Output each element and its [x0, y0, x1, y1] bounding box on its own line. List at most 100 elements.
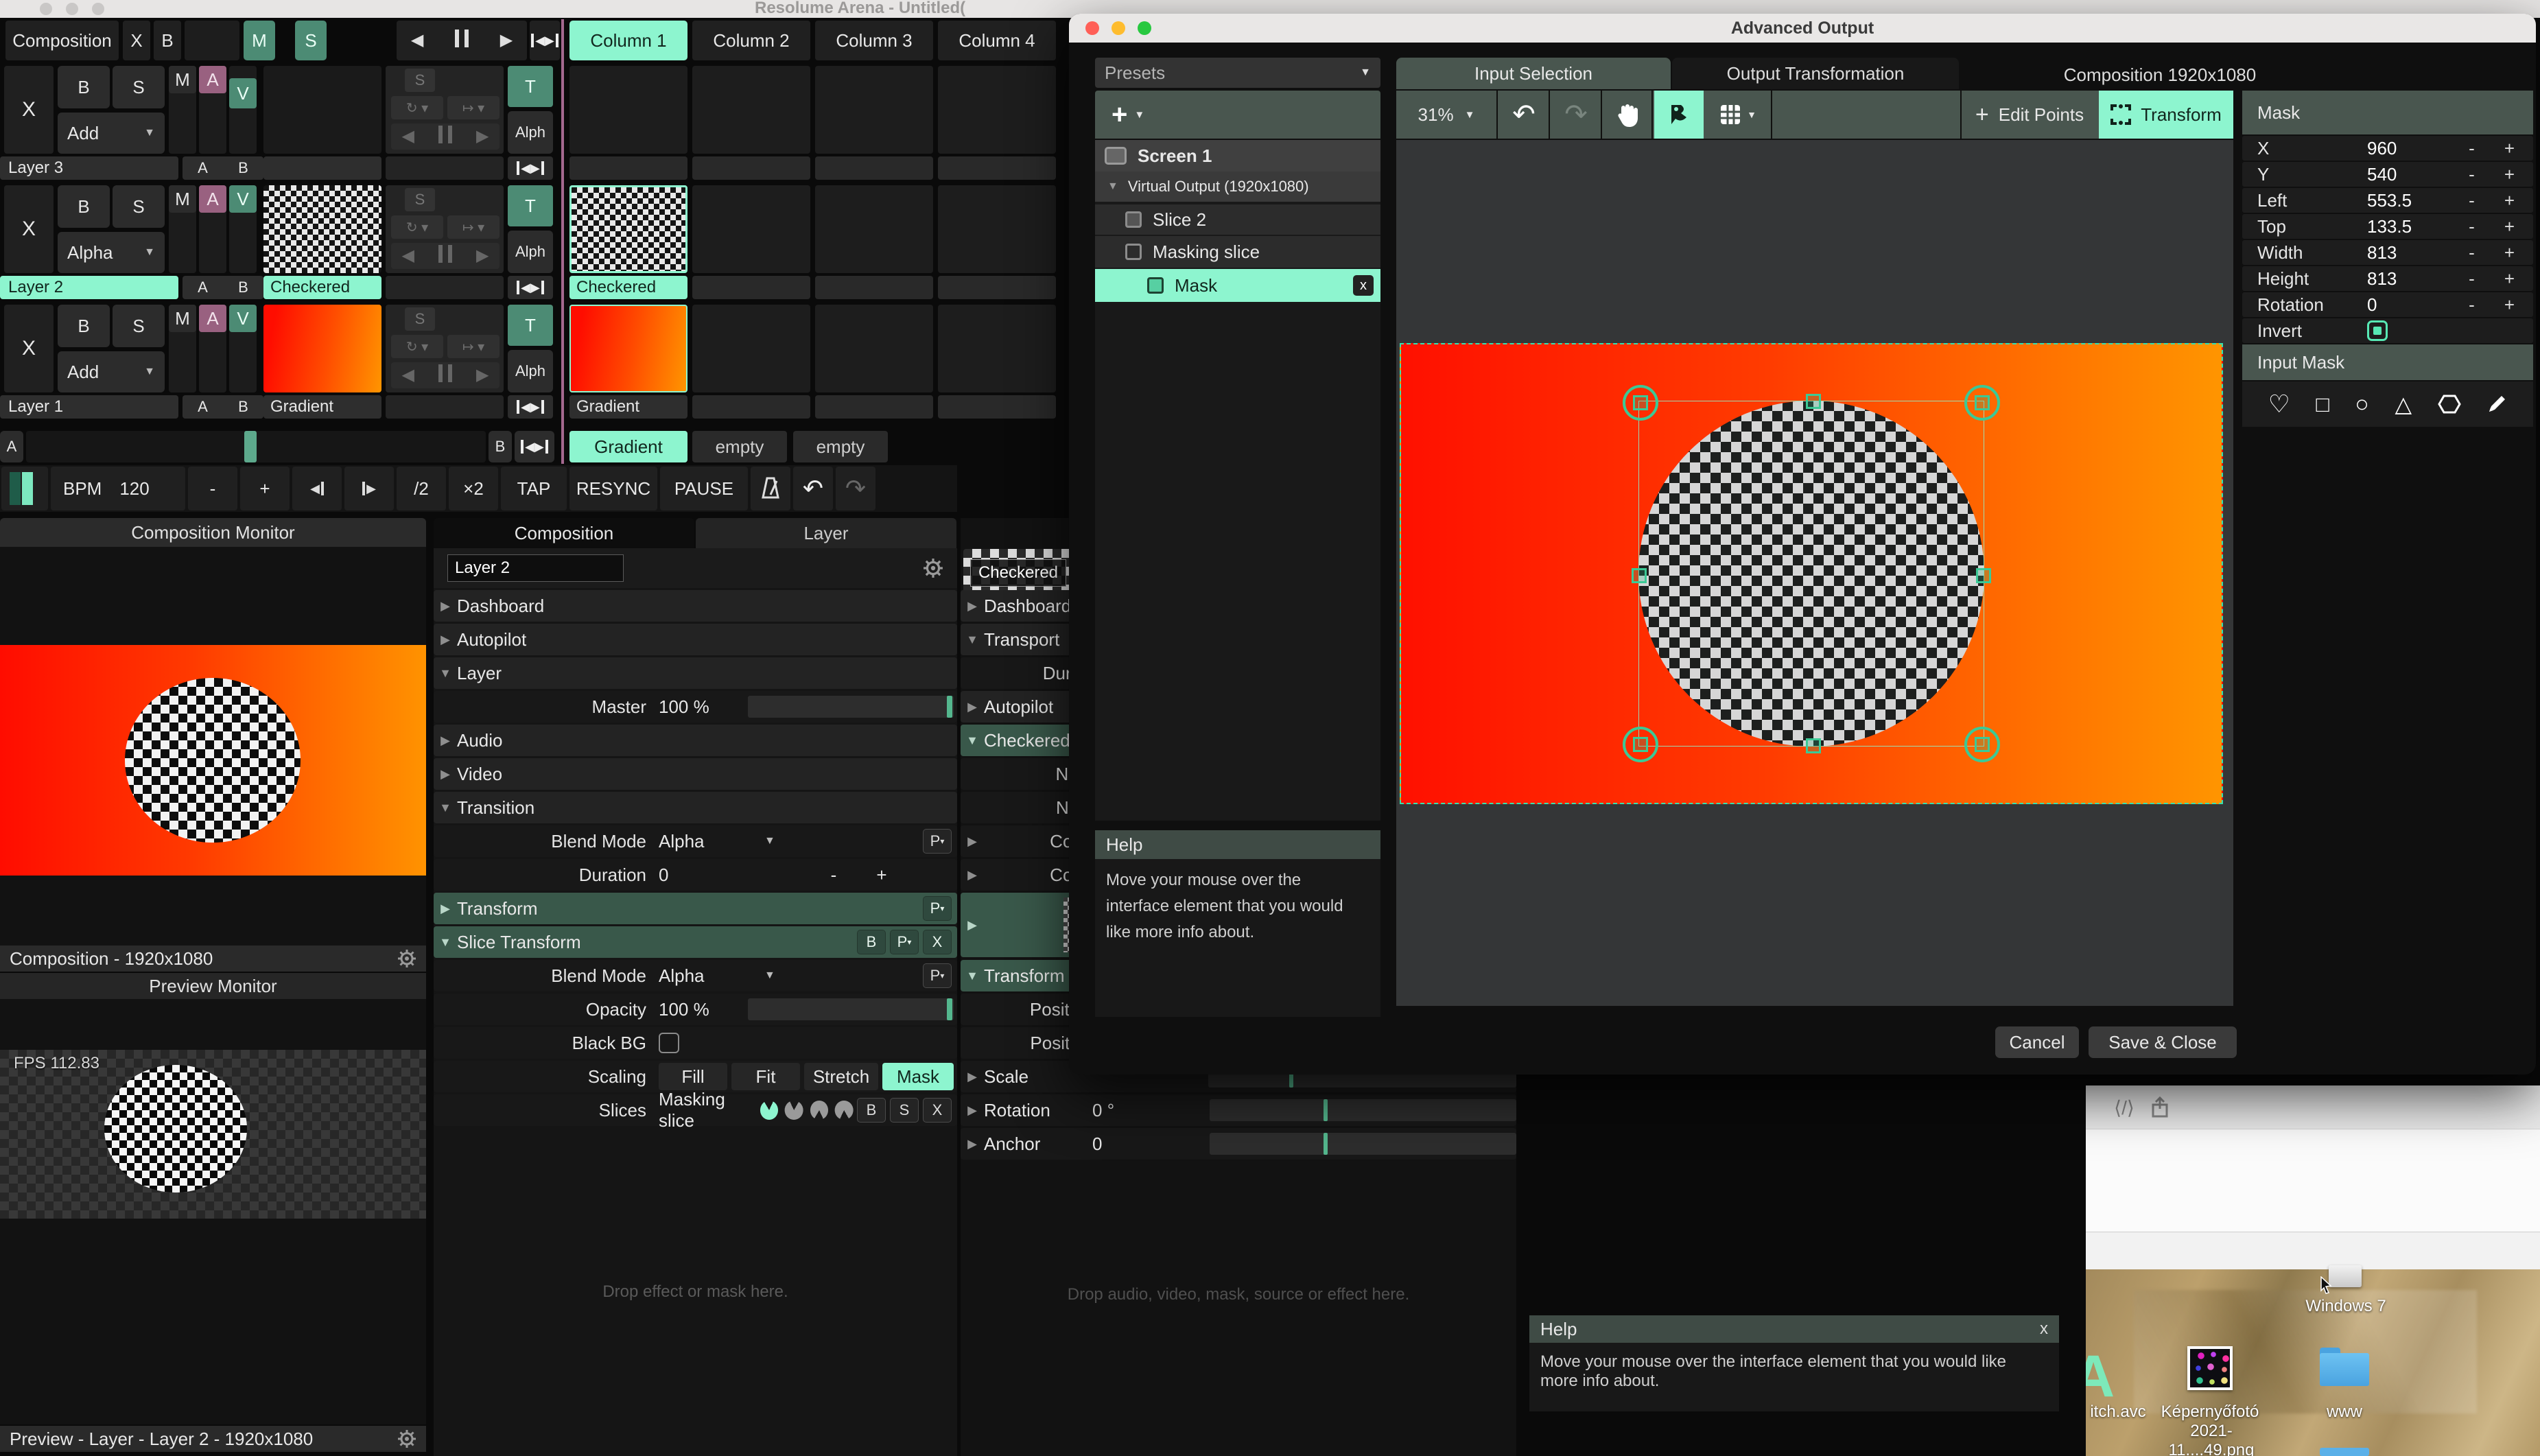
mask-tool-button[interactable] — [1654, 91, 1704, 139]
clip-cell[interactable] — [938, 185, 1056, 273]
scaling-fill-button[interactable]: Fill — [659, 1063, 727, 1090]
column-clip-empty[interactable]: empty — [793, 431, 888, 462]
selection-corner-point[interactable] — [1975, 737, 1990, 752]
composition-blank-button[interactable] — [185, 21, 239, 60]
zoom-dropdown[interactable]: 31%▼ — [1396, 91, 1498, 139]
layer-m-button[interactable]: M — [169, 305, 196, 332]
loop-mode-dropdown[interactable]: ↻ ▾ — [391, 96, 443, 119]
layer-solo-button[interactable]: S — [113, 305, 165, 347]
layer-bypass-button[interactable]: B — [58, 185, 110, 228]
desktop-label[interactable]: itch.avc — [2086, 1402, 2169, 1422]
mask-selection-box[interactable] — [1638, 401, 1984, 747]
tap-button[interactable]: TAP — [501, 467, 567, 510]
selection-edge-handle[interactable] — [1806, 394, 1821, 409]
scaling-mask-button[interactable]: Mask — [882, 1063, 954, 1090]
clip-cell[interactable] — [815, 305, 933, 392]
black-bg-checkbox[interactable] — [659, 1033, 679, 1053]
share-icon[interactable] — [2146, 1094, 2174, 1121]
layer-eject-button[interactable]: X — [4, 305, 54, 392]
main-minimize-button[interactable] — [66, 3, 78, 15]
preview-monitor-tab[interactable]: Preview Monitor — [0, 973, 426, 999]
undo-icon[interactable]: ↶ — [1499, 91, 1550, 139]
increment-button[interactable]: + — [2491, 190, 2528, 211]
selection-edge-handle[interactable] — [1976, 568, 1991, 583]
composition-b-button[interactable]: B — [154, 21, 181, 60]
layer-blend-dropdown[interactable]: Alpha▼ — [58, 232, 165, 273]
loop-mode-dropdown[interactable]: ↻ ▾ — [391, 335, 443, 358]
section-transform[interactable]: ▶Transform P▾ — [434, 893, 957, 924]
decrement-button[interactable]: - — [2453, 164, 2491, 185]
bpm-double-button[interactable]: ×2 — [449, 467, 498, 510]
layer-v-button[interactable]: V — [229, 185, 257, 213]
increment-button[interactable]: + — [2491, 138, 2528, 159]
layer-m-button[interactable]: M — [169, 66, 196, 93]
gear-icon[interactable] — [397, 949, 416, 968]
bypass-button[interactable]: B — [857, 930, 886, 954]
desktop-icon-png[interactable] — [2187, 1346, 2233, 1390]
tab-layer[interactable]: Layer — [696, 518, 956, 548]
gear-icon[interactable] — [397, 1429, 416, 1448]
decrement-button[interactable]: - — [2453, 216, 2491, 237]
section-audio[interactable]: ▶Audio — [434, 725, 957, 756]
rotation-row[interactable]: ▶Rotation 0 ° — [961, 1094, 1516, 1126]
hexagon-shape-icon[interactable] — [2438, 394, 2461, 414]
bpm-display[interactable]: BPM120 — [51, 467, 185, 510]
decrement-button[interactable]: - — [2453, 242, 2491, 263]
layer-skip-buttons[interactable]: ◀▶ — [508, 156, 553, 180]
prev-column-icon[interactable]: ◀ — [411, 32, 423, 49]
layer-bypass-button[interactable]: B — [58, 305, 110, 347]
clip-transport[interactable]: ◀▶ — [391, 243, 499, 269]
bpm-plus-button[interactable]: + — [240, 467, 290, 510]
section-video[interactable]: ▶Video — [434, 758, 957, 790]
circle-shape-icon[interactable]: ○ — [2355, 391, 2369, 418]
clip-cell-checkered[interactable] — [569, 185, 687, 273]
clip-cell[interactable] — [692, 185, 810, 273]
bpm-half-button[interactable]: /2 — [397, 467, 446, 510]
layer-bus-buttons[interactable]: AB — [183, 156, 263, 180]
layer-solo-button[interactable]: S — [113, 185, 165, 228]
selection-corner-point[interactable] — [1633, 395, 1648, 410]
remove-mask-button[interactable]: x — [1353, 275, 1374, 296]
layer-transition-button[interactable]: T — [508, 305, 553, 346]
bpm-fader[interactable] — [1, 467, 48, 510]
active-clip-label[interactable]: Gradient — [263, 395, 381, 419]
triangle-shape-icon[interactable]: △ — [2395, 391, 2412, 417]
pause-icon[interactable] — [452, 30, 471, 52]
layer-blend-dropdown[interactable]: Add▼ — [58, 113, 165, 154]
crossfader-handle[interactable] — [244, 431, 257, 462]
rotation-slider[interactable] — [1210, 1099, 1516, 1121]
clip-cell[interactable] — [692, 66, 810, 154]
main-close-button[interactable] — [40, 3, 52, 15]
increment-button[interactable]: + — [2491, 164, 2528, 185]
trigger-mode-dropdown[interactable]: ↦ ▾ — [447, 96, 499, 119]
decrement-button[interactable]: - — [2453, 138, 2491, 159]
crossfader-b-button[interactable]: B — [489, 431, 512, 462]
layer-bus-buttons[interactable]: AB — [183, 395, 263, 419]
active-clip-label[interactable]: Checkered — [263, 276, 381, 299]
master-value[interactable]: 100 % — [659, 696, 748, 718]
section-transition[interactable]: ▼Transition — [434, 792, 957, 823]
mask-y-value[interactable]: 540 — [2367, 164, 2453, 185]
trigger-mode-dropdown[interactable]: ↦ ▾ — [447, 335, 499, 358]
column-1-header[interactable]: Column 1 — [569, 21, 687, 60]
selection-corner-point[interactable] — [1633, 737, 1648, 752]
desktop-label[interactable]: Windows 7 — [2294, 1297, 2397, 1316]
tab-composition[interactable]: Composition — [434, 518, 694, 548]
beat-nudge-back-button[interactable]: ◀ — [292, 467, 342, 510]
tree-item-masking-slice[interactable]: Masking slice — [1095, 236, 1380, 268]
layer-solo-button[interactable]: S — [113, 66, 165, 108]
duration-plus[interactable]: + — [858, 865, 906, 886]
clip-transport[interactable]: ◀▶ — [391, 362, 499, 388]
composition-m-button[interactable]: M — [244, 21, 275, 60]
desktop-label[interactable]: www — [2320, 1402, 2369, 1422]
clip-s-button[interactable]: S — [405, 307, 435, 331]
add-output-button[interactable]: + ▼ — [1095, 91, 1380, 139]
section-dashboard[interactable]: ▶Dashboard — [434, 590, 957, 622]
opacity-value[interactable]: 100 % — [659, 999, 748, 1020]
composition-surface[interactable] — [1400, 343, 2223, 804]
increment-button[interactable]: + — [2491, 216, 2528, 237]
composition-menu-button[interactable]: Composition — [5, 21, 119, 60]
column-3-header[interactable]: Column 3 — [815, 21, 933, 60]
decrement-button[interactable]: - — [2453, 190, 2491, 211]
main-zoom-button[interactable] — [92, 3, 104, 15]
